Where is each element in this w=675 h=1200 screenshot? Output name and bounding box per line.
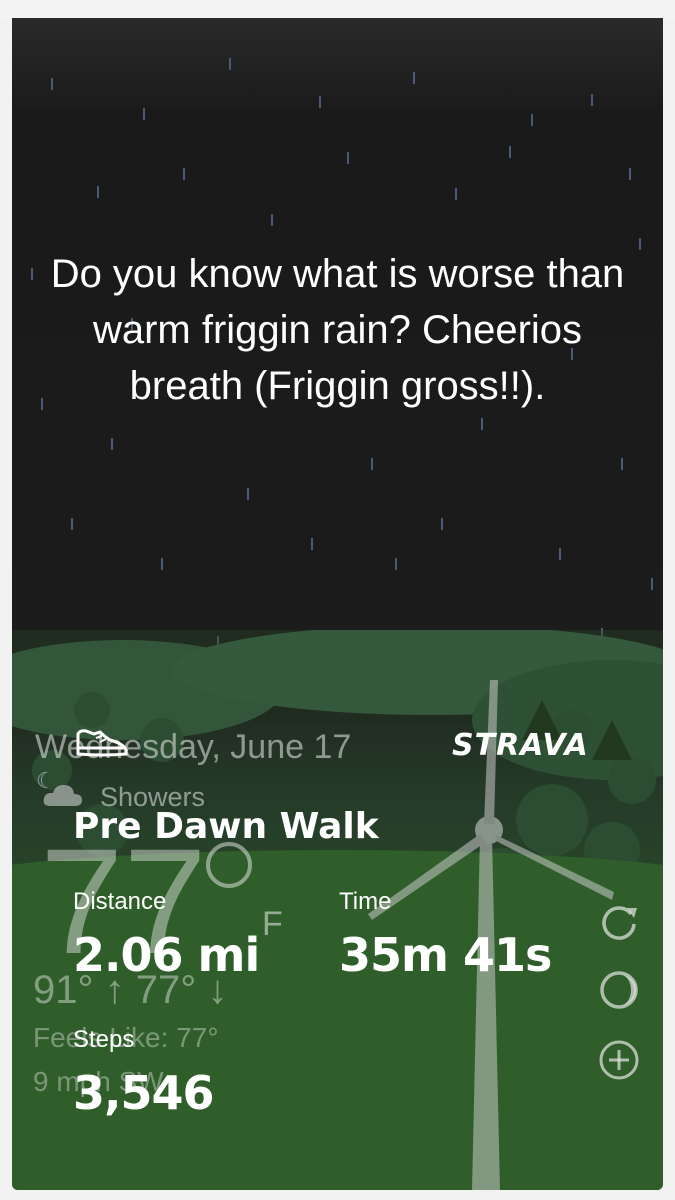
strava-sticker[interactable]: STRAVA Pre Dawn Walk Distance 2.06 mi Ti… — [0, 0, 675, 1200]
time-value: 35m 41s — [339, 928, 552, 982]
story-screen: Do you know what is worse than warm frig… — [0, 0, 675, 1200]
steps-value: 3,546 — [73, 1066, 215, 1120]
shoe-icon — [76, 729, 128, 757]
distance-label: Distance — [73, 888, 167, 915]
steps-label: Steps — [73, 1026, 135, 1053]
activity-title: Pre Dawn Walk — [73, 806, 379, 847]
distance-value: 2.06 mi — [73, 928, 260, 982]
time-label: Time — [339, 888, 392, 915]
strava-logo: STRAVA — [452, 728, 589, 763]
